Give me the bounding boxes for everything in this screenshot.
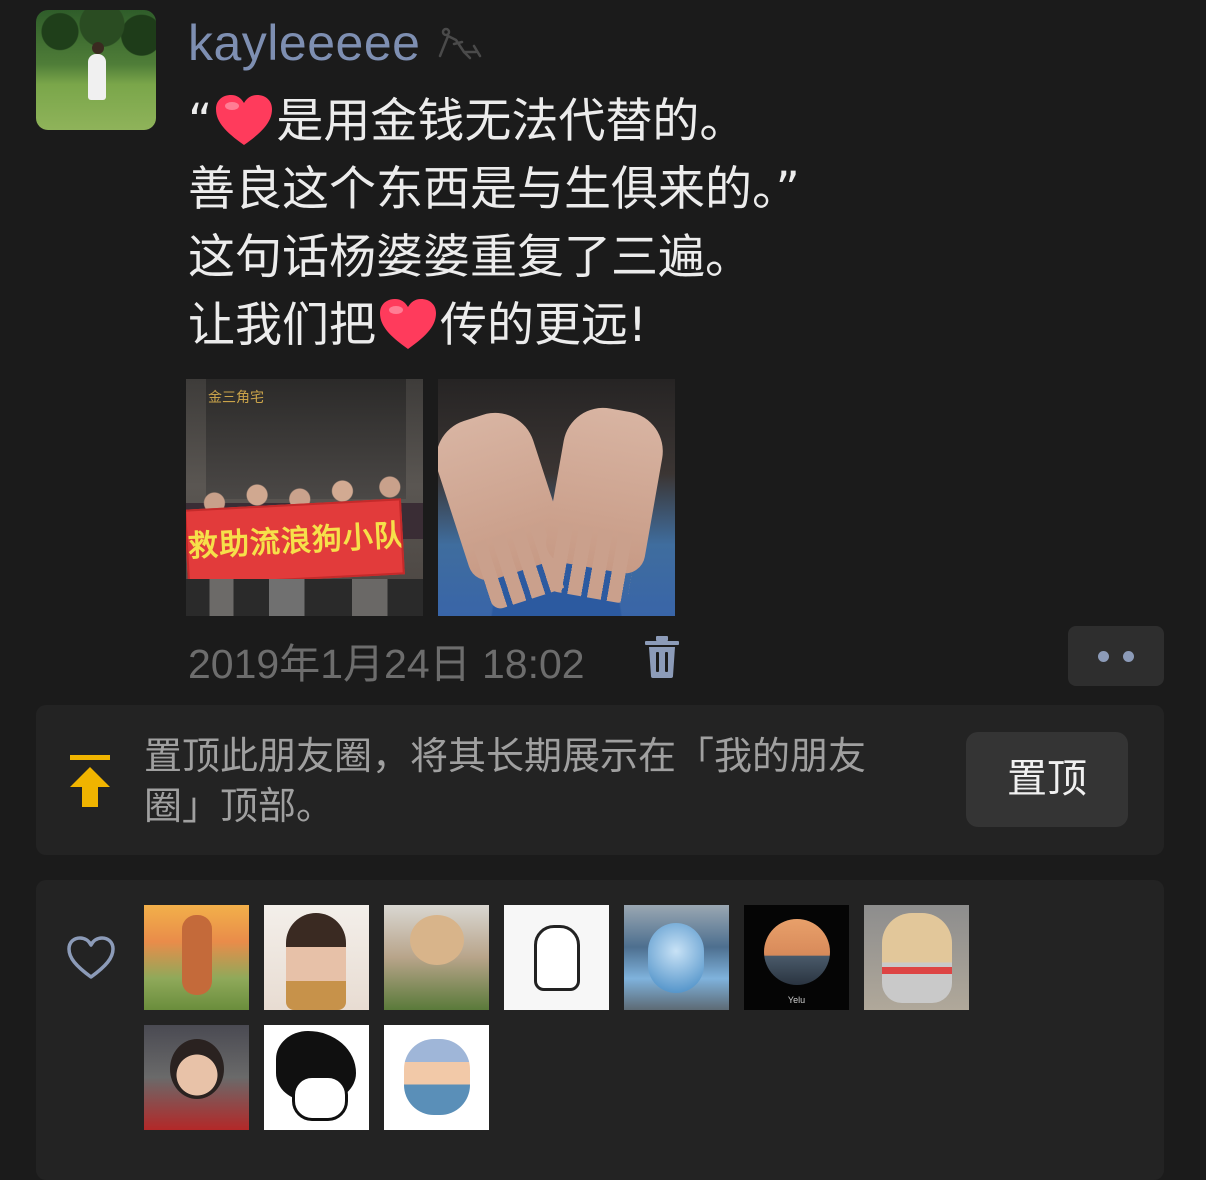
liker-avatar-9[interactable] xyxy=(264,1025,369,1130)
liker-avatar-1[interactable] xyxy=(144,905,249,1010)
text-segment: 让我们把 xyxy=(188,298,376,353)
text-segment: 这句话杨婆婆重复了三遍。 xyxy=(188,230,752,285)
liker-avatar-label: Yelu xyxy=(787,995,806,1005)
post-text-line-4: 让我们把 传的更远! xyxy=(188,292,1168,360)
pin-description: 置顶此朋友圈，将其长期展示在「我的朋友圈」顶部。 xyxy=(144,734,867,828)
post-timestamp: 2019年1月24日 18:02 xyxy=(188,641,585,687)
trash-icon[interactable] xyxy=(644,636,680,678)
post-text: “是用金钱无法代替的。 善良这个东西是与生俱来的。” 这句话杨婆婆重复了三遍。 … xyxy=(188,88,1168,360)
text-segment: “ xyxy=(188,94,213,149)
liker-avatar-5[interactable] xyxy=(624,905,729,1010)
liker-avatar-10[interactable] xyxy=(384,1025,489,1130)
avatar-figure xyxy=(88,42,106,100)
photo-dog-rescue-team[interactable]: 金三角宅 救助流浪狗小队 xyxy=(186,379,423,616)
username[interactable]: kayleeeee xyxy=(188,14,420,72)
red-heart-emoji-icon xyxy=(216,95,273,145)
photo-legs xyxy=(186,579,423,616)
liker-avatar-2[interactable] xyxy=(264,905,369,1010)
game-controller-icon xyxy=(438,27,482,60)
liker-avatar-7[interactable] xyxy=(864,905,969,1010)
text-segment: 传的更远! xyxy=(440,298,647,353)
photo-fingers xyxy=(547,521,639,605)
pin-to-top-icon xyxy=(70,755,110,807)
post-text-line-1: “ 是用金钱无法代替的。 xyxy=(188,88,1168,156)
author-avatar[interactable] xyxy=(36,10,156,130)
photo-left-hand xyxy=(438,402,571,611)
photo-right-hand xyxy=(542,401,670,605)
more-dot-icon xyxy=(1123,651,1134,662)
photo-shop-sign: 金三角宅 xyxy=(208,390,264,406)
post-text-line-2: 善良这个东西是与生俱来的。” xyxy=(188,156,1168,224)
pin-to-top-card: 置顶此朋友圈，将其长期展示在「我的朋友圈」顶部。 置顶 xyxy=(36,705,1164,855)
liker-avatar-3[interactable] xyxy=(384,905,489,1010)
liker-avatar-8[interactable] xyxy=(144,1025,249,1130)
photo-elderly-hands[interactable] xyxy=(438,379,675,616)
red-heart-emoji-icon xyxy=(380,299,436,349)
text-segment: 是用金钱无法代替的。 xyxy=(276,94,747,149)
heart-outline-icon xyxy=(67,936,115,979)
pin-button[interactable]: 置顶 xyxy=(966,732,1128,827)
photo-banner: 救助流浪狗小队 xyxy=(186,498,405,586)
post-text-line-3: 这句话杨婆婆重复了三遍。 xyxy=(188,224,1168,292)
liker-avatar-4[interactable] xyxy=(504,905,609,1010)
likes-section: Yelu xyxy=(36,880,1164,1180)
text-segment: 善良这个东西是与生俱来的。” xyxy=(188,162,800,217)
more-dot-icon xyxy=(1098,651,1109,662)
liker-avatar-6[interactable]: Yelu xyxy=(744,905,849,1010)
more-options-button[interactable] xyxy=(1068,626,1164,686)
